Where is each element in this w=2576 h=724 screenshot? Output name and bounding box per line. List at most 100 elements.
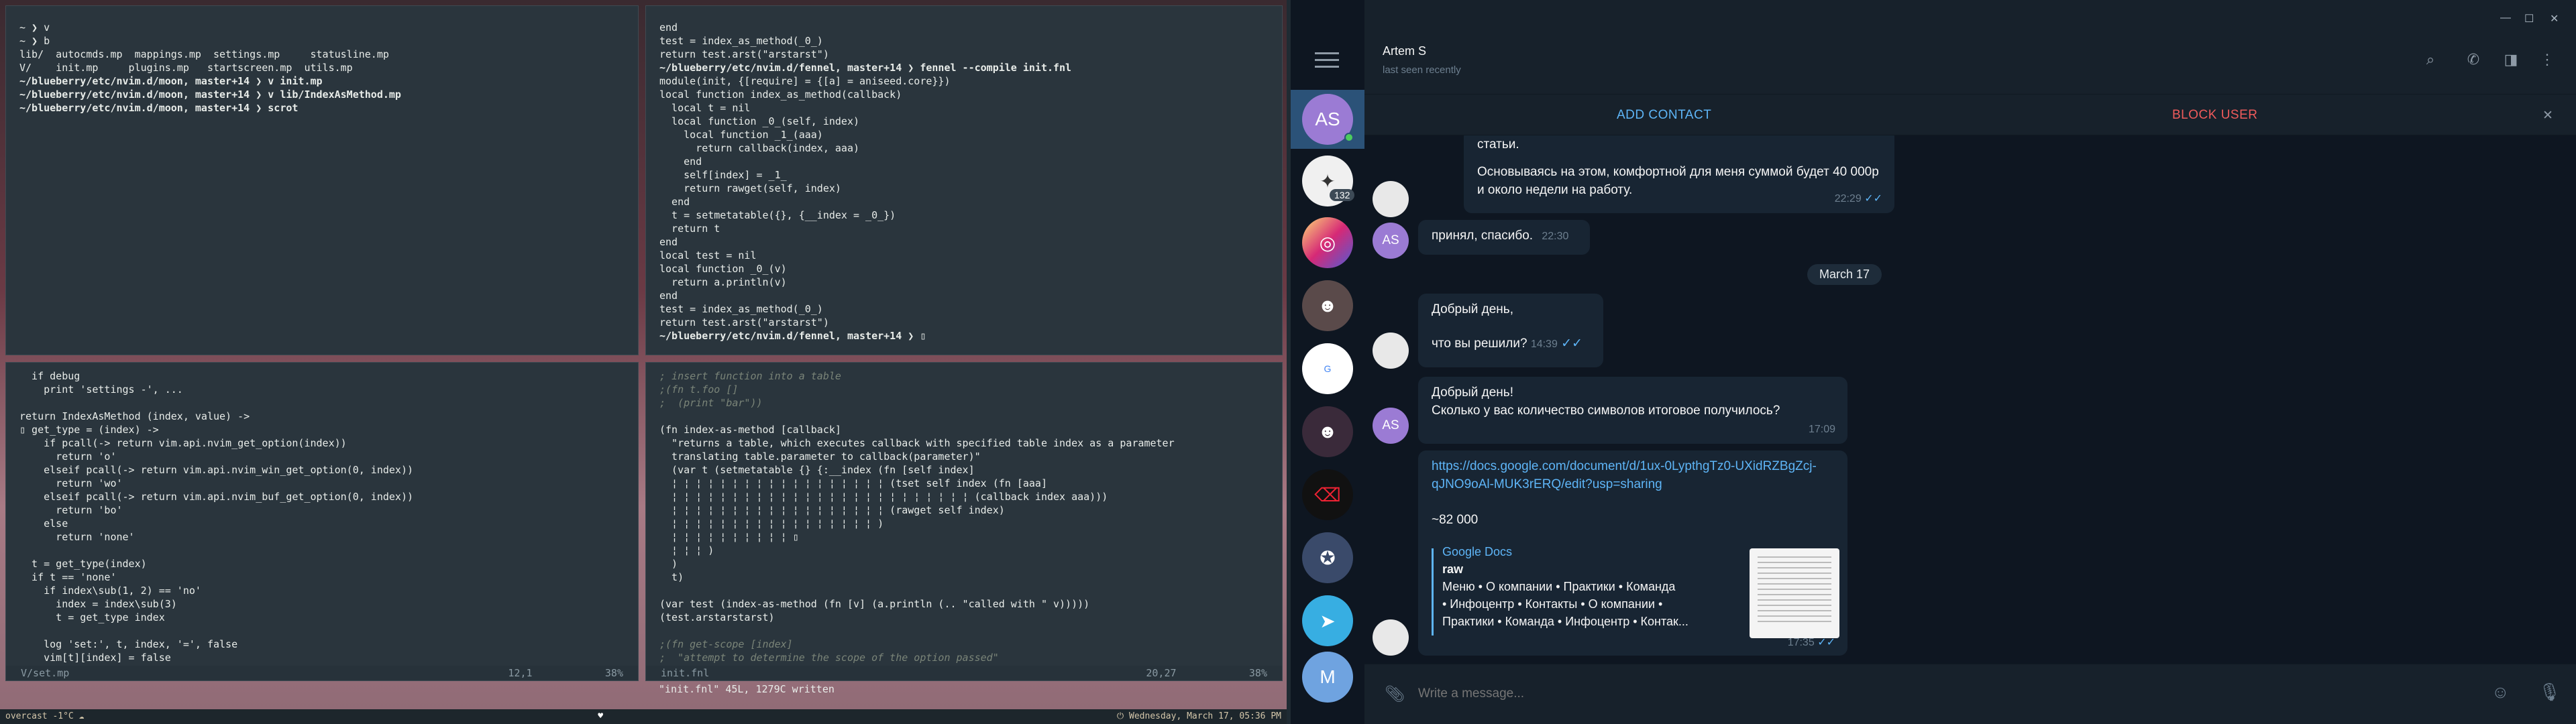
block-user-button[interactable]: BLOCK USER [2172, 108, 2257, 123]
more-options-icon[interactable]: ⋮ [2538, 51, 2556, 68]
terminal-line: if t == 'none' [19, 571, 117, 583]
terminal-line: local function index_as_method(callback) [659, 88, 902, 101]
microphone-icon[interactable]: 🎙︎ [2538, 682, 2561, 703]
message-time: 17:09 [1808, 424, 1835, 435]
link-message-bubble[interactable]: https://docs.google.com/document/d/1ux-0… [1418, 450, 1847, 656]
terminal-line: t) [659, 571, 684, 583]
status-bar: overcast -1°C ☁ ♥ ⏻ Wednesday, March 17,… [0, 709, 1287, 724]
message-text: Добрый день, [1432, 302, 1513, 316]
chat-list-sidebar: AS ✦ 132 ◎ ☻ G ☻ ⌫ ✪ ➤ M [1291, 0, 1364, 724]
terminal-line: return test.arst("arstarst") [659, 316, 829, 328]
terminal-line: return rawget(self, index) [659, 182, 841, 194]
sender-avatar[interactable] [1373, 181, 1409, 217]
call-icon[interactable]: ✆ [2465, 51, 2482, 68]
terminal-line: V/ init.mp plugins.mp startscreen.mp uti… [19, 62, 353, 74]
editor-bottom-right[interactable]: ; insert function into a table ;(fn t.foo… [645, 362, 1283, 681]
terminal-line: end [659, 236, 678, 248]
sender-avatar-as[interactable]: AS [1373, 408, 1409, 444]
terminal-line: local function _0_(v) [659, 263, 787, 275]
terminal-line: ;(fn get-scope [index] [659, 638, 793, 650]
terminal-line: ; insert function into a table [659, 370, 841, 382]
close-window-icon[interactable]: ✕ [2550, 12, 2559, 25]
message-text: что вы решили? [1432, 337, 1527, 351]
chat-avatar-person[interactable]: ☻ [1302, 280, 1353, 331]
close-action-bar-icon[interactable]: ✕ [2542, 108, 2553, 123]
message-input[interactable] [1418, 680, 2424, 707]
terminal-top-left[interactable]: ~ ❯ v ~ ❯ b lib/ autocmds.mp mappings.mp s… [5, 5, 639, 355]
minimize-icon[interactable]: — [2500, 12, 2511, 24]
chat-avatar-delete-app[interactable]: ⌫ [1302, 469, 1353, 520]
terminal-line: t = setmetatable({}, {__index = _0_}) [659, 209, 896, 221]
terminal-line: ~/blueberry/etc/nvim.d/fennel, master+14… [659, 330, 926, 342]
sender-avatar[interactable] [1373, 619, 1409, 656]
read-check-icon: ✓✓ [1817, 637, 1835, 648]
terminal-line: elseif pcall(-> return vim.api.nvim_buf_… [19, 491, 413, 503]
terminal-line: t = get_type index [19, 611, 165, 623]
terminal-line: module(init, {[require] = {[a] = aniseed… [659, 75, 951, 87]
terminal-line: (var test (index-as-method (fn [v] (a.pr… [659, 598, 1090, 610]
status-file: init.fnl [661, 667, 710, 679]
terminal-line: if pcall(-> return vim.api.nvim_get_opti… [19, 437, 347, 449]
message-link[interactable]: https://docs.google.com/document/d/1ux-0… [1432, 457, 1834, 493]
terminal-line: lib/ autocmds.mp mappings.mp settings.mp… [19, 48, 389, 60]
terminal-line: translating table.parameter to callback(… [659, 450, 981, 463]
editor-buffer: if debug print 'settings -', ... return … [19, 369, 631, 664]
attach-icon[interactable]: 📎︎ [1385, 684, 1405, 704]
message-text: статьи. [1477, 137, 1519, 152]
chat-avatar-instagram[interactable]: ◎ [1302, 217, 1353, 268]
date-separator: March 17 [1807, 264, 1882, 285]
terminal-line: elseif pcall(-> return vim.api.nvim_win_… [19, 464, 413, 476]
status-position: 12,1 [508, 667, 533, 679]
message-time: 14:39 [1530, 339, 1558, 350]
terminal-line: return test.arst("arstarst") [659, 48, 829, 60]
sender-avatar[interactable] [1373, 333, 1409, 369]
terminal-line: index = index\sub(3) [19, 598, 177, 610]
terminal-output: ~ ❯ v ~ ❯ b lib/ autocmds.mp mappings.mp s… [19, 21, 631, 115]
message-text: ~82 000 [1432, 513, 1479, 527]
menu-icon[interactable] [1315, 52, 1339, 68]
terminal-line: ) [659, 558, 678, 570]
message-text: Сколько у вас количество символов итогов… [1432, 404, 1780, 418]
editor-bottom-left[interactable]: if debug print 'settings -', ... return … [5, 362, 639, 681]
message-bubble[interactable]: Добрый день, что вы решили? 14:39 ✓✓ [1418, 294, 1603, 367]
add-contact-button[interactable]: ADD CONTACT [1617, 108, 1711, 123]
message-bubble[interactable]: статьи. Основываясь на этом, комфортной … [1464, 135, 1894, 213]
terminal-top-right[interactable]: end test = index_as_method(_0_) return tes… [645, 5, 1283, 355]
sender-avatar-as[interactable]: AS [1373, 223, 1409, 259]
terminal-line: vim[t][index] = false [19, 652, 171, 664]
chat-avatar-person-2[interactable]: ☻ [1302, 406, 1353, 457]
message-bubble[interactable]: Добрый день! Сколько у вас количество си… [1418, 377, 1847, 444]
terminal-line: end [659, 21, 678, 34]
status-position: 20,27 [1146, 667, 1177, 679]
chat-avatar-m[interactable]: M [1302, 652, 1353, 703]
emoji-icon[interactable]: ☺ [2491, 682, 2510, 703]
terminal-line: ~/blueberry/etc/nvim.d/moon, master+14 ❯… [19, 102, 299, 114]
chat-avatar-telegram[interactable]: ➤ [1302, 595, 1353, 646]
terminal-line: return 'o' [19, 450, 117, 463]
chat-avatar-game[interactable]: ✪ [1302, 532, 1353, 583]
terminal-line: end [659, 196, 690, 208]
terminal-line: ¦ ¦ ¦ ¦ ¦ ¦ ¦ ¦ ¦ ¦ ¦ ¦ ¦ ¦ ¦ ¦ ¦ ¦ (raw… [659, 504, 1005, 516]
link-preview[interactable]: Google Docs raw Меню • О компании • Прак… [1442, 543, 1744, 630]
terminal-line: ▯ get_type = (index) -> [19, 424, 159, 436]
terminal-line: ~/blueberry/etc/nvim.d/moon, master+14 ❯… [19, 88, 401, 101]
preview-accent-bar [1432, 548, 1434, 636]
chat-avatar-google[interactable]: G [1302, 343, 1353, 394]
sidebar-toggle-icon[interactable]: ◨ [2502, 51, 2520, 68]
search-icon[interactable]: ⌕ [2422, 51, 2439, 68]
message-area[interactable]: статьи. Основываясь на этом, комфортной … [1364, 135, 2576, 664]
terminal-line: print 'settings -', ... [19, 383, 183, 396]
message-bubble[interactable]: принял, спасибо. 22:30 [1418, 220, 1590, 255]
terminal-line: end [659, 290, 678, 302]
avatar-initials: M [1320, 666, 1336, 687]
contact-action-bar: ADD CONTACT BLOCK USER ✕ [1364, 94, 2576, 135]
maximize-icon[interactable]: ☐ [2524, 12, 2534, 25]
contact-name[interactable]: Artem S [1383, 44, 1426, 58]
editor-message: "init.fnl" 45L, 1279C written [659, 683, 835, 695]
terminal-line: test = index_as_method(_0_) [659, 303, 823, 315]
editor-statusline: init.fnl 20,27 38% [646, 666, 1282, 680]
terminal-line: ;(fn t.foo [] [659, 383, 739, 396]
terminal-line: else [19, 518, 68, 530]
